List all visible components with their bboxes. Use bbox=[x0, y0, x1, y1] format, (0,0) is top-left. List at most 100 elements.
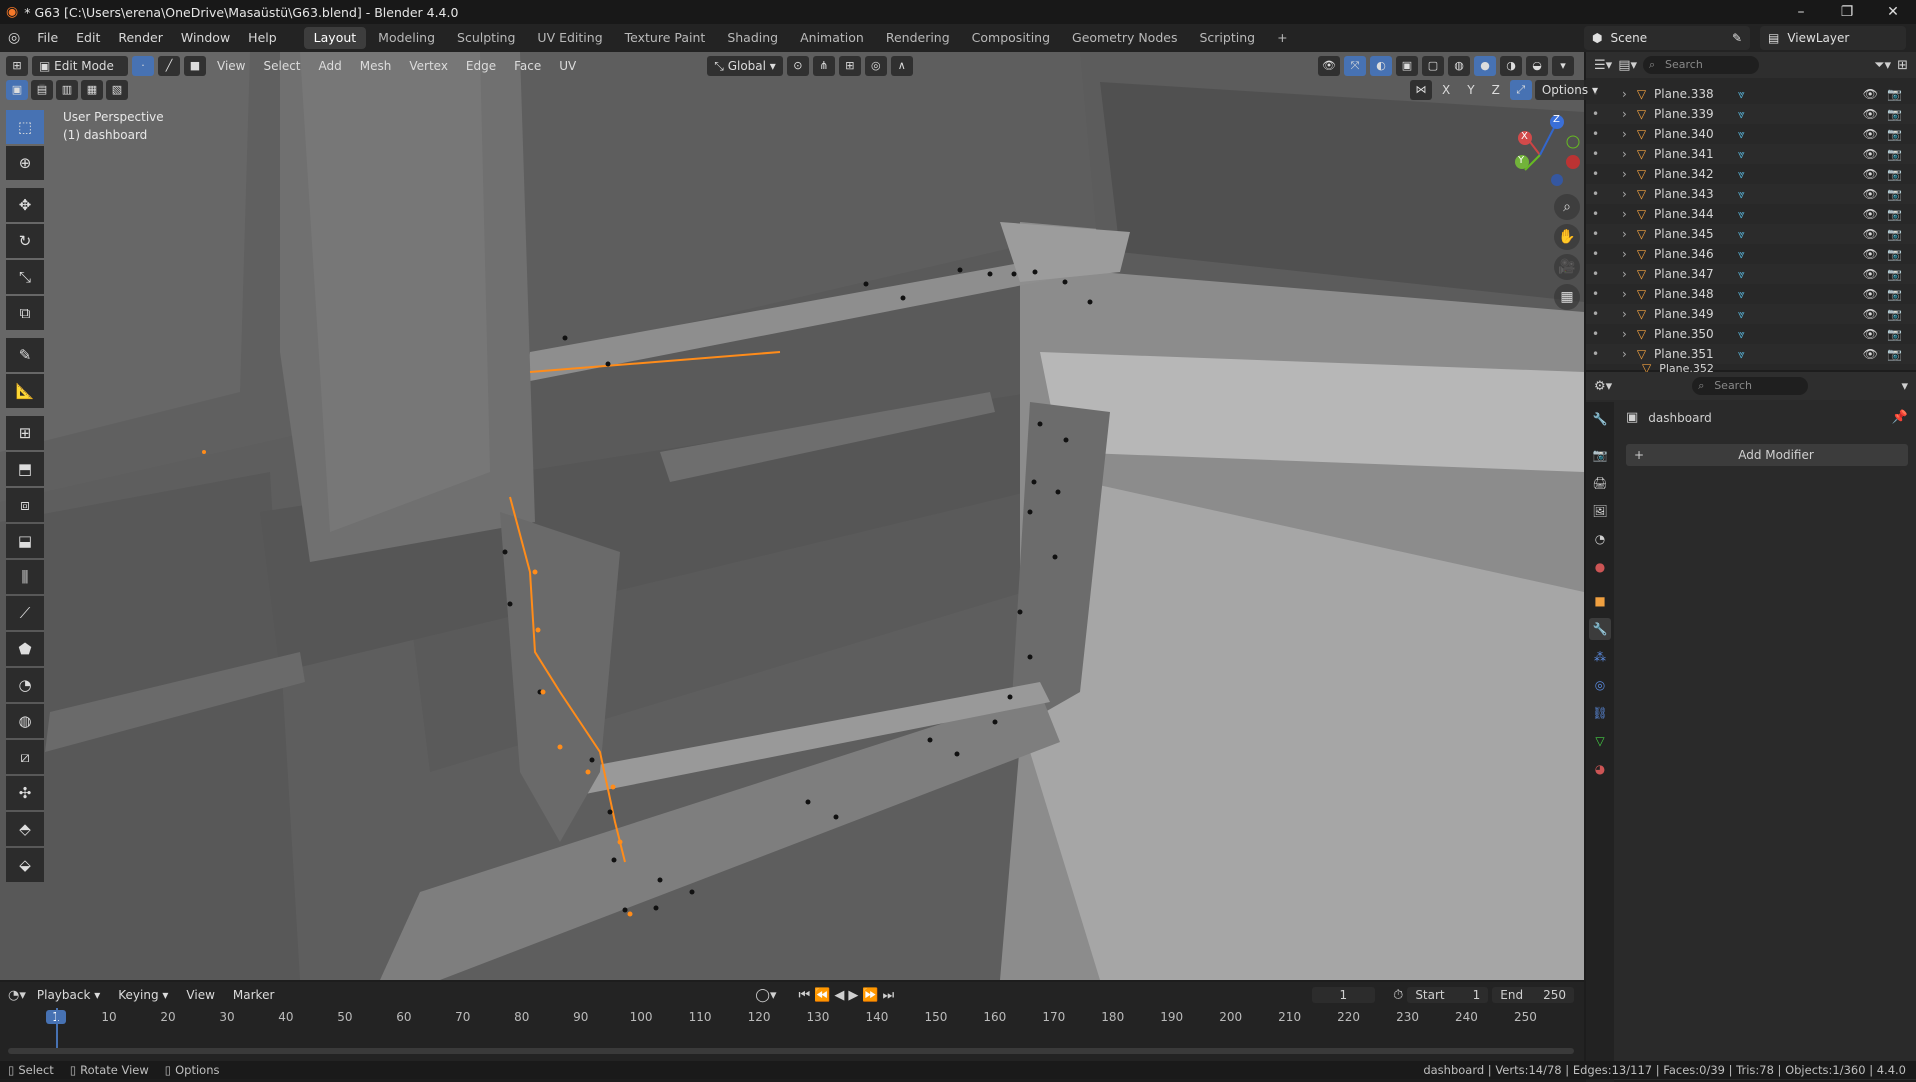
render-camera-icon[interactable]: 📷 bbox=[1887, 127, 1902, 141]
mesh-overlay-icon[interactable]: ▣ bbox=[1396, 56, 1418, 76]
visibility-eye-icon[interactable]: 👁 bbox=[1863, 307, 1878, 321]
render-camera-icon[interactable]: 📷 bbox=[1887, 207, 1902, 221]
menu-marker[interactable]: Marker bbox=[226, 985, 281, 1005]
render-camera-icon[interactable]: 📷 bbox=[1887, 227, 1902, 241]
world-tab-icon[interactable]: ● bbox=[1589, 556, 1611, 578]
outliner-row[interactable]: • › ▽ Plane.345 ⩔ 👁 📷 bbox=[1586, 224, 1916, 244]
visibility-eye-icon[interactable]: 👁 bbox=[1863, 87, 1878, 101]
render-camera-icon[interactable]: 📷 bbox=[1887, 147, 1902, 161]
menu-keying[interactable]: Keying ▾ bbox=[111, 985, 175, 1005]
shear-tool-icon[interactable]: ⬘ bbox=[6, 812, 44, 846]
visibility-eye-icon[interactable]: 👁 bbox=[1863, 247, 1878, 261]
tab-uv-editing[interactable]: UV Editing bbox=[527, 27, 612, 49]
extrude-tool-icon[interactable]: ⬒ bbox=[6, 452, 44, 486]
render-camera-icon[interactable]: 📷 bbox=[1887, 167, 1902, 181]
render-camera-icon[interactable]: 📷 bbox=[1887, 327, 1902, 341]
add-workspace-button[interactable]: + bbox=[1267, 27, 1297, 49]
gizmo-toggle-icon[interactable]: ⤧ bbox=[1344, 56, 1366, 76]
outliner-row[interactable]: ▽ Plane.352 bbox=[1586, 364, 1916, 372]
pin-icon[interactable]: ✎ bbox=[1732, 31, 1742, 45]
maximize-button[interactable]: ❐ bbox=[1824, 0, 1870, 24]
xray-icon[interactable]: ▢ bbox=[1422, 56, 1444, 76]
playback-controls-icon[interactable]: ⏮⏪◀▶⏩⏭ bbox=[798, 988, 898, 1003]
edge-slide-tool-icon[interactable]: ⧄ bbox=[6, 740, 44, 774]
measure-tool-icon[interactable]: 📐 bbox=[6, 374, 44, 408]
vertex-select-icon[interactable]: · bbox=[132, 56, 154, 76]
gizmo-y[interactable]: Y bbox=[1518, 155, 1524, 166]
outliner-editor-icon[interactable]: ☰▾ bbox=[1594, 58, 1612, 73]
render-camera-icon[interactable]: 📷 bbox=[1887, 287, 1902, 301]
tab-sculpting[interactable]: Sculpting bbox=[447, 27, 525, 49]
mesh-data-tab-icon[interactable]: ▽ bbox=[1589, 730, 1611, 752]
timeline-scrollbar[interactable] bbox=[8, 1048, 1574, 1054]
modifier-tab-icon[interactable]: 🔧 bbox=[1589, 618, 1611, 640]
3d-viewport[interactable] bbox=[0, 52, 1584, 980]
visibility-eye-icon[interactable]: 👁 bbox=[1863, 327, 1878, 341]
pan-hand-icon[interactable]: ✋ bbox=[1554, 224, 1580, 250]
mode-selector[interactable]: ▣ Edit Mode ▾ bbox=[32, 56, 128, 93]
gizmo-x[interactable]: X bbox=[1521, 131, 1528, 142]
smooth-tool-icon[interactable]: ◍ bbox=[6, 704, 44, 738]
properties-editor-icon[interactable]: ⚙▾ bbox=[1594, 379, 1612, 394]
outliner-row[interactable]: • › ▽ Plane.348 ⩔ 👁 📷 bbox=[1586, 284, 1916, 304]
outliner-row[interactable]: • › ▽ Plane.344 ⩔ 👁 📷 bbox=[1586, 204, 1916, 224]
current-frame-field[interactable]: 1 bbox=[1311, 987, 1376, 1003]
outliner-search-input[interactable]: ⌕ Search bbox=[1643, 56, 1759, 74]
visibility-eye-icon[interactable]: 👁 bbox=[1863, 287, 1878, 301]
frame-ruler[interactable]: 1102030405060708090100110120130140150160… bbox=[0, 1008, 1584, 1028]
visibility-eye-icon[interactable]: 👁 bbox=[1863, 347, 1878, 361]
solid-shading-icon[interactable]: ● bbox=[1474, 56, 1496, 76]
outliner-row[interactable]: • › ▽ Plane.342 ⩔ 👁 📷 bbox=[1586, 164, 1916, 184]
ortho-grid-icon[interactable]: ▦ bbox=[1554, 284, 1580, 310]
menu-uv[interactable]: UV bbox=[552, 56, 583, 76]
expand-chevron-icon[interactable]: › bbox=[1622, 227, 1627, 241]
tab-layout[interactable]: Layout bbox=[303, 27, 367, 49]
outliner-row[interactable]: • › ▽ Plane.347 ⩔ 👁 📷 bbox=[1586, 264, 1916, 284]
add-cube-tool-icon[interactable]: ⊞ bbox=[6, 416, 44, 450]
tab-modeling[interactable]: Modeling bbox=[368, 27, 445, 49]
shrink-fatten-tool-icon[interactable]: ✣ bbox=[6, 776, 44, 810]
expand-chevron-icon[interactable]: › bbox=[1622, 87, 1627, 101]
outliner-row[interactable]: • › ▽ Plane.341 ⩔ 👁 📷 bbox=[1586, 144, 1916, 164]
cursor-tool-icon[interactable]: ⊕ bbox=[6, 146, 44, 180]
bevel-tool-icon[interactable]: ⬓ bbox=[6, 524, 44, 558]
proportional-editing-icon[interactable]: ◎ bbox=[864, 56, 887, 76]
poly-build-tool-icon[interactable]: ⬟ bbox=[6, 632, 44, 666]
editor-type-icon[interactable]: ⊞ bbox=[6, 56, 28, 76]
expand-chevron-icon[interactable]: › bbox=[1622, 267, 1627, 281]
select-subtract-icon[interactable]: ▥ bbox=[56, 80, 78, 100]
expand-chevron-icon[interactable]: › bbox=[1622, 167, 1627, 181]
expand-chevron-icon[interactable]: › bbox=[1622, 327, 1627, 341]
visibility-eye-icon[interactable]: 👁 bbox=[1863, 267, 1878, 281]
outliner-row[interactable]: • › ▽ Plane.349 ⩔ 👁 📷 bbox=[1586, 304, 1916, 324]
outliner-row[interactable]: • › ▽ Plane.340 ⩔ 👁 📷 bbox=[1586, 124, 1916, 144]
stopwatch-icon[interactable]: ⏱ bbox=[1393, 988, 1403, 1003]
select-new-icon[interactable]: ▣ bbox=[6, 80, 28, 100]
face-select-icon[interactable]: ■ bbox=[184, 56, 206, 76]
expand-chevron-icon[interactable]: › bbox=[1622, 127, 1627, 141]
menu-mesh[interactable]: Mesh bbox=[353, 56, 399, 76]
visibility-eye-icon[interactable]: 👁 bbox=[1863, 167, 1878, 181]
scale-tool-icon[interactable]: ⤡ bbox=[6, 260, 44, 294]
expand-chevron-icon[interactable]: › bbox=[1622, 147, 1627, 161]
visibility-eye-icon[interactable]: 👁 bbox=[1863, 187, 1878, 201]
menu-face[interactable]: Face bbox=[507, 56, 548, 76]
render-camera-icon[interactable]: 📷 bbox=[1887, 87, 1902, 101]
falloff-icon[interactable]: ∧ bbox=[890, 56, 913, 76]
shading-options-icon[interactable]: ▾ bbox=[1552, 56, 1574, 76]
particles-tab-icon[interactable]: ⁂ bbox=[1589, 646, 1611, 668]
select-box-tool-icon[interactable]: ⬚ bbox=[6, 110, 44, 144]
select-intersect-icon[interactable]: ▧ bbox=[106, 80, 128, 100]
object-tab-icon[interactable]: ■ bbox=[1589, 590, 1611, 612]
mirror-icon[interactable]: ⋈ bbox=[1410, 80, 1432, 100]
menu-edge[interactable]: Edge bbox=[459, 56, 503, 76]
chevron-down-icon[interactable]: ▾ bbox=[1901, 379, 1908, 394]
filter-icon[interactable]: ⏷▾ bbox=[1874, 58, 1891, 73]
outliner-row[interactable]: •›▽Plane.338⩔👁📷 bbox=[1586, 84, 1916, 104]
new-collection-icon[interactable]: ⊞ bbox=[1897, 58, 1908, 73]
select-invert-icon[interactable]: ▦ bbox=[81, 80, 103, 100]
snap-icon[interactable]: ⋔ bbox=[812, 56, 835, 76]
scene-tab-icon[interactable]: ◔ bbox=[1589, 528, 1611, 550]
material-tab-icon[interactable]: ◕ bbox=[1589, 758, 1611, 780]
visibility-eye-icon[interactable]: 👁 bbox=[1863, 107, 1878, 121]
